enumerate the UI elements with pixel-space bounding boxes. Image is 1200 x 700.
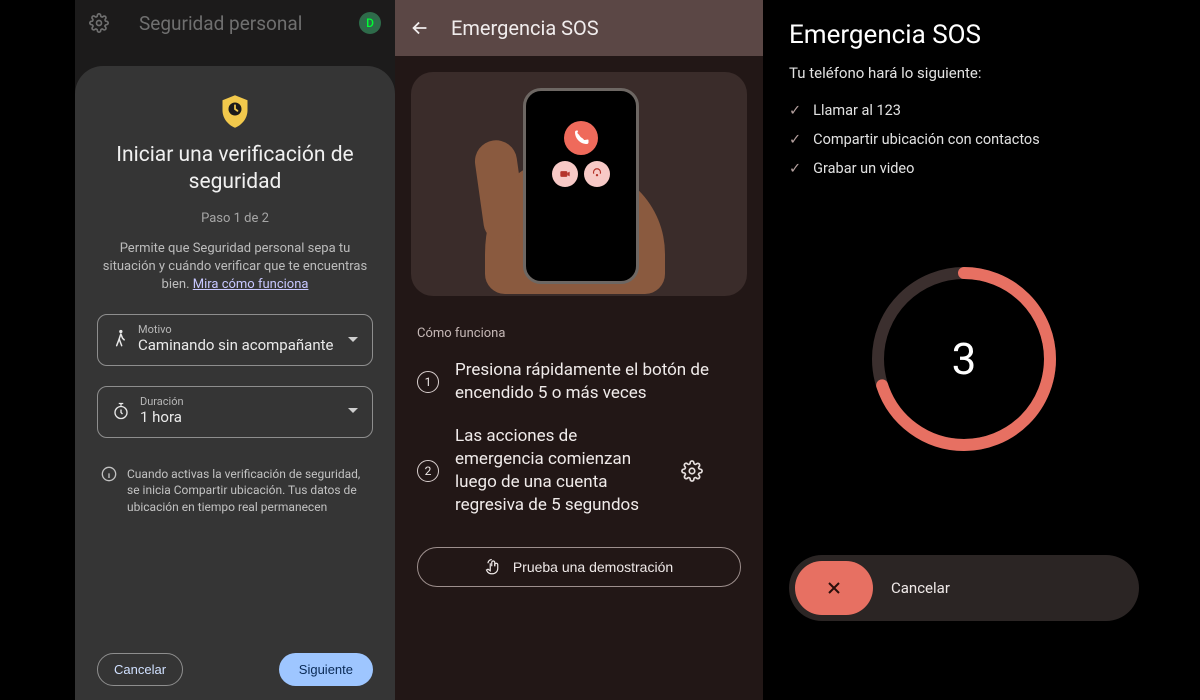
try-demo-button[interactable]: Prueba una demostración [417, 547, 741, 587]
step-indicator: Paso 1 de 2 [97, 211, 373, 226]
cancel-slider[interactable]: Cancelar [789, 555, 1139, 621]
reason-label: Motivo [138, 323, 338, 336]
close-icon [824, 578, 844, 598]
countdown-ring: 3 [789, 259, 1139, 459]
screen-sos-how: Emergencia SOS Cómo funciona [395, 0, 763, 700]
page-title: Emergencia SOS [451, 16, 599, 40]
gear-icon[interactable] [89, 13, 109, 33]
duration-value: 1 hora [140, 408, 338, 427]
back-arrow-icon[interactable] [409, 17, 431, 39]
phone-call-icon [564, 121, 598, 155]
duration-label: Duración [140, 395, 338, 408]
avatar[interactable]: D [359, 12, 381, 34]
how-it-works-link[interactable]: Mira cómo funciona [193, 277, 309, 292]
app-bar: Emergencia SOS [395, 0, 763, 56]
sheet-heading: Iniciar una verificación de seguridad [97, 142, 373, 197]
record-icon [552, 161, 578, 187]
reason-dropdown[interactable]: Motivo Caminando sin acompañante [97, 314, 373, 366]
list-item: ✓ Grabar un video [789, 154, 1139, 183]
duration-dropdown[interactable]: Duración 1 hora [97, 386, 373, 438]
countdown-number: 3 [864, 259, 1064, 459]
list-item: ✓ Llamar al 123 [789, 96, 1139, 125]
check-icon: ✓ [789, 102, 801, 119]
bottom-sheet: Iniciar una verificación de seguridad Pa… [75, 66, 395, 700]
cancel-knob[interactable] [795, 561, 873, 615]
cancel-button[interactable]: Cancelar [97, 653, 183, 686]
reason-value: Caminando sin acompañante [138, 336, 338, 355]
subtitle: Tu teléfono hará lo siguiente: [789, 64, 1139, 82]
shield-clock-icon [220, 94, 250, 128]
page-title: Emergencia SOS [789, 20, 1139, 50]
step-number: 2 [417, 460, 439, 482]
check-icon: ✓ [789, 160, 801, 177]
timer-icon [112, 402, 130, 420]
action-list: ✓ Llamar al 123 ✓ Compartir ubicación co… [789, 96, 1139, 183]
app-bar: Seguridad personal D [75, 0, 395, 46]
cancel-label: Cancelar [891, 579, 950, 597]
location-share-icon [584, 161, 610, 187]
chevron-down-icon [348, 337, 358, 342]
screen-sos-countdown: Emergencia SOS Tu teléfono hará lo sigui… [763, 0, 1165, 700]
description: Permite que Seguridad personal sepa tu s… [97, 240, 373, 295]
how-step-1: 1 Presiona rápidamente el botón de encen… [395, 349, 763, 415]
chevron-down-icon [348, 408, 358, 413]
gear-icon[interactable] [681, 460, 703, 482]
check-icon: ✓ [789, 131, 801, 148]
next-button[interactable]: Siguiente [279, 653, 373, 686]
how-step-2: 2 Las acciones de emergencia comienzan l… [395, 415, 763, 527]
info-icon [101, 466, 117, 516]
touch-icon [485, 558, 503, 576]
app-title: Seguridad personal [109, 12, 359, 35]
step-number: 1 [417, 371, 439, 393]
list-item: ✓ Compartir ubicación con contactos [789, 125, 1139, 154]
sos-illustration [411, 72, 747, 296]
screen-safety-check: Seguridad personal D Iniciar una verific… [75, 0, 395, 700]
walk-icon [112, 329, 128, 349]
info-note: Cuando activas la verificación de seguri… [97, 466, 373, 516]
section-header: Cómo funciona [395, 308, 763, 349]
